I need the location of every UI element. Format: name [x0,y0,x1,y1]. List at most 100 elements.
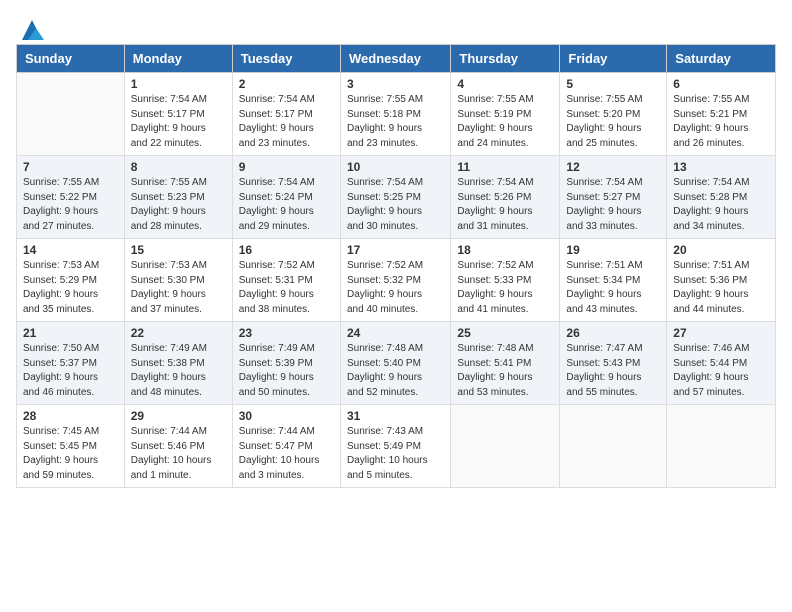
day-info: Sunrise: 7:55 AM Sunset: 5:18 PM Dayligh… [347,93,444,151]
col-header-friday: Friday [560,45,667,73]
calendar-cell: 20 Sunrise: 7:51 AM Sunset: 5:36 PM Dayli… [667,239,776,322]
calendar-cell: 5Sunrise: 7:55 AM Sunset: 5:20 PM Daylig… [560,73,667,156]
calendar-cell [667,405,776,488]
day-number: 20 [673,243,769,257]
calendar-cell: 1 Sunrise: 7:54 AM Sunset: 5:17 PM Daylig… [124,73,232,156]
calendar-cell: 7Sunrise: 7:55 AM Sunset: 5:22 PM Daylig… [17,156,125,239]
day-info: Sunrise: 7:53 AM Sunset: 5:30 PM Dayligh… [131,259,226,317]
day-number: 15 [131,243,226,257]
day-info: Sunrise: 7:55 AM Sunset: 5:22 PM Dayligh… [23,176,118,234]
calendar-cell [560,405,667,488]
day-info: Sunrise: 7:49 AM Sunset: 5:39 PM Dayligh… [239,342,334,400]
calendar-cell: 14 Sunrise: 7:53 AM Sunset: 5:29 PM Dayli… [17,239,125,322]
calendar-cell: 26 Sunrise: 7:47 AM Sunset: 5:43 PM Dayli… [560,322,667,405]
calendar-week-row: 14 Sunrise: 7:53 AM Sunset: 5:29 PM Dayli… [17,239,776,322]
calendar-week-row: 28 Sunrise: 7:45 AM Sunset: 5:45 PM Dayli… [17,405,776,488]
col-header-saturday: Saturday [667,45,776,73]
day-info: Sunrise: 7:55 AM Sunset: 5:19 PM Dayligh… [457,93,553,151]
calendar-cell: 25 Sunrise: 7:48 AM Sunset: 5:41 PM Dayli… [451,322,560,405]
calendar-cell: 2 Sunrise: 7:54 AM Sunset: 5:17 PM Daylig… [232,73,340,156]
day-number: 12 [566,160,660,174]
calendar-cell: 30Sunrise: 7:44 AM Sunset: 5:47 PM Dayli… [232,405,340,488]
day-info: Sunrise: 7:48 AM Sunset: 5:41 PM Dayligh… [457,342,553,400]
calendar-cell: 28 Sunrise: 7:45 AM Sunset: 5:45 PM Dayli… [17,405,125,488]
calendar-cell: 21 Sunrise: 7:50 AM Sunset: 5:37 PM Dayli… [17,322,125,405]
day-number: 28 [23,409,118,423]
calendar-cell: 27 Sunrise: 7:46 AM Sunset: 5:44 PM Dayli… [667,322,776,405]
calendar-cell: 10Sunrise: 7:54 AM Sunset: 5:25 PM Dayli… [340,156,450,239]
day-info: Sunrise: 7:55 AM Sunset: 5:21 PM Dayligh… [673,93,769,151]
day-number: 23 [239,326,334,340]
calendar-cell: 9Sunrise: 7:54 AM Sunset: 5:24 PM Daylig… [232,156,340,239]
day-info: Sunrise: 7:52 AM Sunset: 5:33 PM Dayligh… [457,259,553,317]
calendar-cell: 6Sunrise: 7:55 AM Sunset: 5:21 PM Daylig… [667,73,776,156]
calendar-week-row: 1 Sunrise: 7:54 AM Sunset: 5:17 PM Daylig… [17,73,776,156]
day-info: Sunrise: 7:44 AM Sunset: 5:46 PM Dayligh… [131,425,226,483]
day-info: Sunrise: 7:52 AM Sunset: 5:31 PM Dayligh… [239,259,334,317]
calendar-cell: 12 Sunrise: 7:54 AM Sunset: 5:27 PM Dayli… [560,156,667,239]
calendar-cell [17,73,125,156]
col-header-wednesday: Wednesday [340,45,450,73]
col-header-sunday: Sunday [17,45,125,73]
day-info: Sunrise: 7:54 AM Sunset: 5:25 PM Dayligh… [347,176,444,234]
col-header-monday: Monday [124,45,232,73]
day-number: 27 [673,326,769,340]
calendar-cell: 31 Sunrise: 7:43 AM Sunset: 5:49 PM Dayli… [340,405,450,488]
day-number: 8 [131,160,226,174]
calendar-week-row: 21 Sunrise: 7:50 AM Sunset: 5:37 PM Dayli… [17,322,776,405]
calendar-cell: 23 Sunrise: 7:49 AM Sunset: 5:39 PM Dayli… [232,322,340,405]
day-number: 2 [239,77,334,91]
calendar-cell: 17Sunrise: 7:52 AM Sunset: 5:32 PM Dayli… [340,239,450,322]
calendar-cell: 24Sunrise: 7:48 AM Sunset: 5:40 PM Dayli… [340,322,450,405]
day-number: 3 [347,77,444,91]
page-header [16,16,776,36]
day-info: Sunrise: 7:54 AM Sunset: 5:27 PM Dayligh… [566,176,660,234]
calendar-cell [451,405,560,488]
calendar-header-row: SundayMondayTuesdayWednesdayThursdayFrid… [17,45,776,73]
logo [16,16,46,36]
day-number: 21 [23,326,118,340]
day-info: Sunrise: 7:45 AM Sunset: 5:45 PM Dayligh… [23,425,118,483]
calendar-table: SundayMondayTuesdayWednesdayThursdayFrid… [16,44,776,488]
day-number: 25 [457,326,553,340]
day-number: 26 [566,326,660,340]
day-number: 31 [347,409,444,423]
day-info: Sunrise: 7:44 AM Sunset: 5:47 PM Dayligh… [239,425,334,483]
calendar-cell: 15 Sunrise: 7:53 AM Sunset: 5:30 PM Dayli… [124,239,232,322]
day-info: Sunrise: 7:51 AM Sunset: 5:34 PM Dayligh… [566,259,660,317]
day-number: 14 [23,243,118,257]
col-header-tuesday: Tuesday [232,45,340,73]
day-number: 1 [131,77,226,91]
calendar-week-row: 7Sunrise: 7:55 AM Sunset: 5:22 PM Daylig… [17,156,776,239]
day-info: Sunrise: 7:54 AM Sunset: 5:24 PM Dayligh… [239,176,334,234]
calendar-cell: 4 Sunrise: 7:55 AM Sunset: 5:19 PM Daylig… [451,73,560,156]
calendar-cell: 19 Sunrise: 7:51 AM Sunset: 5:34 PM Dayli… [560,239,667,322]
day-info: Sunrise: 7:51 AM Sunset: 5:36 PM Dayligh… [673,259,769,317]
day-info: Sunrise: 7:46 AM Sunset: 5:44 PM Dayligh… [673,342,769,400]
day-info: Sunrise: 7:52 AM Sunset: 5:32 PM Dayligh… [347,259,444,317]
day-number: 19 [566,243,660,257]
day-info: Sunrise: 7:54 AM Sunset: 5:17 PM Dayligh… [131,93,226,151]
day-number: 11 [457,160,553,174]
day-info: Sunrise: 7:49 AM Sunset: 5:38 PM Dayligh… [131,342,226,400]
calendar-cell: 16 Sunrise: 7:52 AM Sunset: 5:31 PM Dayli… [232,239,340,322]
day-info: Sunrise: 7:54 AM Sunset: 5:17 PM Dayligh… [239,93,334,151]
day-info: Sunrise: 7:53 AM Sunset: 5:29 PM Dayligh… [23,259,118,317]
day-info: Sunrise: 7:47 AM Sunset: 5:43 PM Dayligh… [566,342,660,400]
logo-icon [18,16,46,44]
calendar-cell: 13Sunrise: 7:54 AM Sunset: 5:28 PM Dayli… [667,156,776,239]
calendar-cell: 18 Sunrise: 7:52 AM Sunset: 5:33 PM Dayli… [451,239,560,322]
day-number: 4 [457,77,553,91]
day-number: 5 [566,77,660,91]
day-info: Sunrise: 7:54 AM Sunset: 5:28 PM Dayligh… [673,176,769,234]
day-info: Sunrise: 7:43 AM Sunset: 5:49 PM Dayligh… [347,425,444,483]
day-info: Sunrise: 7:50 AM Sunset: 5:37 PM Dayligh… [23,342,118,400]
calendar-cell: 11Sunrise: 7:54 AM Sunset: 5:26 PM Dayli… [451,156,560,239]
calendar-cell: 8 Sunrise: 7:55 AM Sunset: 5:23 PM Daylig… [124,156,232,239]
calendar-cell: 3 Sunrise: 7:55 AM Sunset: 5:18 PM Daylig… [340,73,450,156]
day-number: 16 [239,243,334,257]
calendar-cell: 29Sunrise: 7:44 AM Sunset: 5:46 PM Dayli… [124,405,232,488]
day-number: 18 [457,243,553,257]
day-info: Sunrise: 7:55 AM Sunset: 5:23 PM Dayligh… [131,176,226,234]
day-info: Sunrise: 7:48 AM Sunset: 5:40 PM Dayligh… [347,342,444,400]
